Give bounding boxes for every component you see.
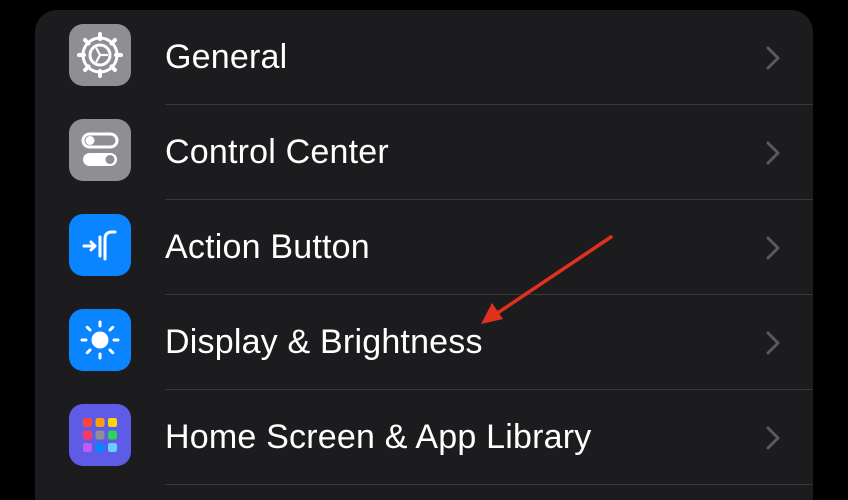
chevron-right-icon [766, 331, 780, 355]
settings-screen: General Control Center Action Button Dis… [0, 0, 848, 500]
settings-row-label: Display & Brightness [165, 323, 483, 361]
action-button-icon [69, 214, 131, 276]
settings-row-label: Home Screen & App Library [165, 418, 592, 456]
settings-row-action-button[interactable]: Action Button [35, 200, 813, 295]
row-separator [165, 484, 813, 485]
toggles-icon [69, 119, 131, 181]
sun-icon [69, 309, 131, 371]
gear-icon [69, 24, 131, 86]
chevron-right-icon [766, 141, 780, 165]
settings-row-label: General [165, 38, 288, 76]
settings-row-home-screen[interactable]: Home Screen & App Library [35, 390, 813, 485]
settings-row-label: Control Center [165, 133, 389, 171]
chevron-right-icon [766, 46, 780, 70]
settings-row-display-brightness[interactable]: Display & Brightness [35, 295, 813, 390]
settings-row-label: Action Button [165, 228, 370, 266]
app-grid-icon [69, 404, 131, 466]
chevron-right-icon [766, 426, 780, 450]
settings-row-control-center[interactable]: Control Center [35, 105, 813, 200]
settings-group: General Control Center Action Button Dis… [35, 10, 813, 500]
chevron-right-icon [766, 236, 780, 260]
settings-row-general[interactable]: General [35, 10, 813, 105]
